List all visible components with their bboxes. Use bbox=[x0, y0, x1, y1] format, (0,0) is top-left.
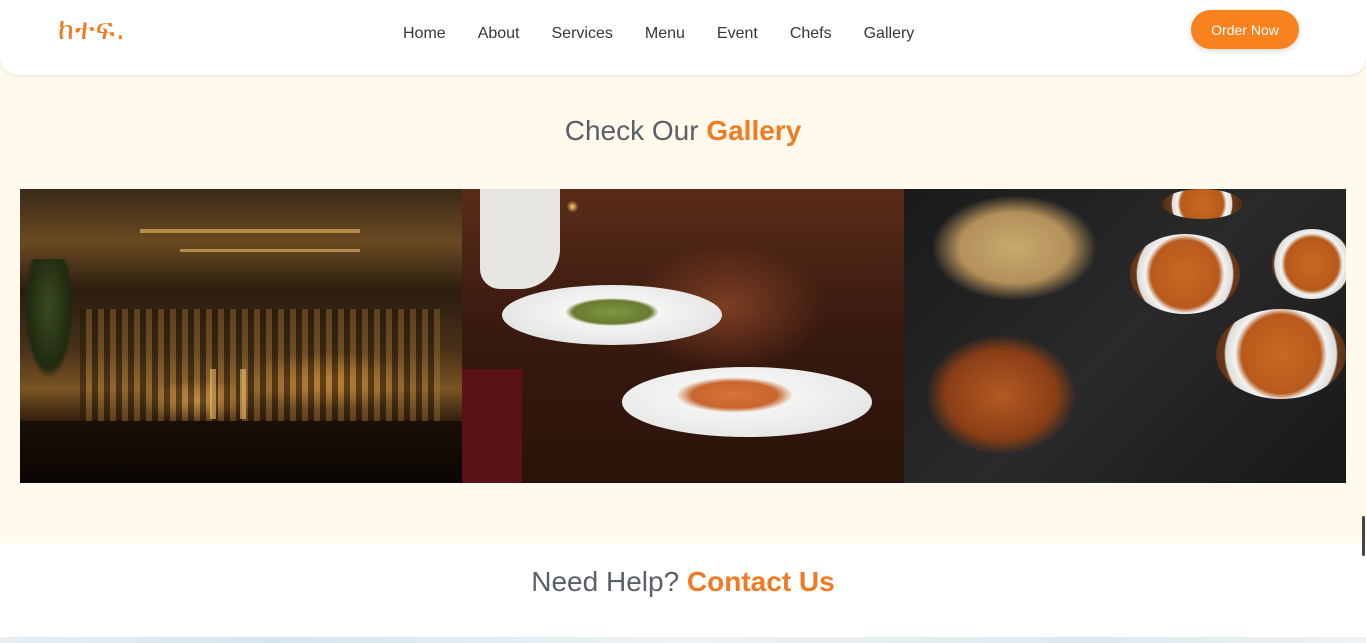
gallery-heading-prefix: Check Our bbox=[564, 115, 707, 146]
salad-plate bbox=[502, 285, 722, 345]
curry-bowl bbox=[1272, 229, 1346, 299]
curry-bowl bbox=[1130, 234, 1240, 314]
plant-decoration bbox=[24, 259, 74, 379]
bar-shelves bbox=[80, 309, 440, 429]
gallery-image-restaurant-interior[interactable] bbox=[20, 189, 462, 483]
scrollbar-thumb[interactable] bbox=[1362, 516, 1365, 556]
main-nav: Home About Services Menu Event Chefs Gal… bbox=[403, 25, 946, 43]
nav-chefs[interactable]: Chefs bbox=[790, 25, 832, 43]
gallery-grid bbox=[20, 189, 1346, 483]
counter-light bbox=[210, 369, 216, 419]
nav-about[interactable]: About bbox=[478, 25, 520, 43]
gallery-heading-accent: Gallery bbox=[706, 115, 802, 146]
order-now-button[interactable]: Order Now bbox=[1191, 10, 1299, 49]
gallery-heading: Check Our Gallery bbox=[0, 115, 1366, 147]
nav-gallery[interactable]: Gallery bbox=[864, 25, 915, 43]
waiter-apron bbox=[462, 369, 522, 483]
nav-event[interactable]: Event bbox=[717, 25, 758, 43]
curry-bowl bbox=[1216, 309, 1346, 399]
map-embed[interactable] bbox=[0, 637, 1366, 643]
nav-services[interactable]: Services bbox=[552, 25, 613, 43]
page: ከተፍ. Home About Services Menu Event Chef… bbox=[0, 0, 1366, 643]
ceiling-light bbox=[140, 229, 360, 233]
floor bbox=[20, 421, 462, 483]
contact-heading-accent: Contact Us bbox=[686, 566, 835, 597]
site-header: ከተፍ. Home About Services Menu Event Chef… bbox=[0, 0, 1366, 75]
gallery-image-food-spread[interactable] bbox=[904, 189, 1346, 483]
bruschetta-plate bbox=[622, 367, 872, 437]
ceiling-light bbox=[180, 249, 360, 252]
nav-menu[interactable]: Menu bbox=[645, 25, 685, 43]
gallery-image-waiter-plates[interactable] bbox=[462, 189, 904, 483]
waiter-shirt bbox=[480, 189, 560, 289]
contact-heading-prefix: Need Help? bbox=[531, 566, 687, 597]
contact-heading: Need Help? Contact Us bbox=[0, 566, 1366, 598]
nav-home[interactable]: Home bbox=[403, 25, 446, 43]
counter-light bbox=[240, 369, 246, 419]
brand-logo[interactable]: ከተፍ. bbox=[58, 12, 126, 47]
curry-bowl bbox=[1162, 189, 1242, 219]
